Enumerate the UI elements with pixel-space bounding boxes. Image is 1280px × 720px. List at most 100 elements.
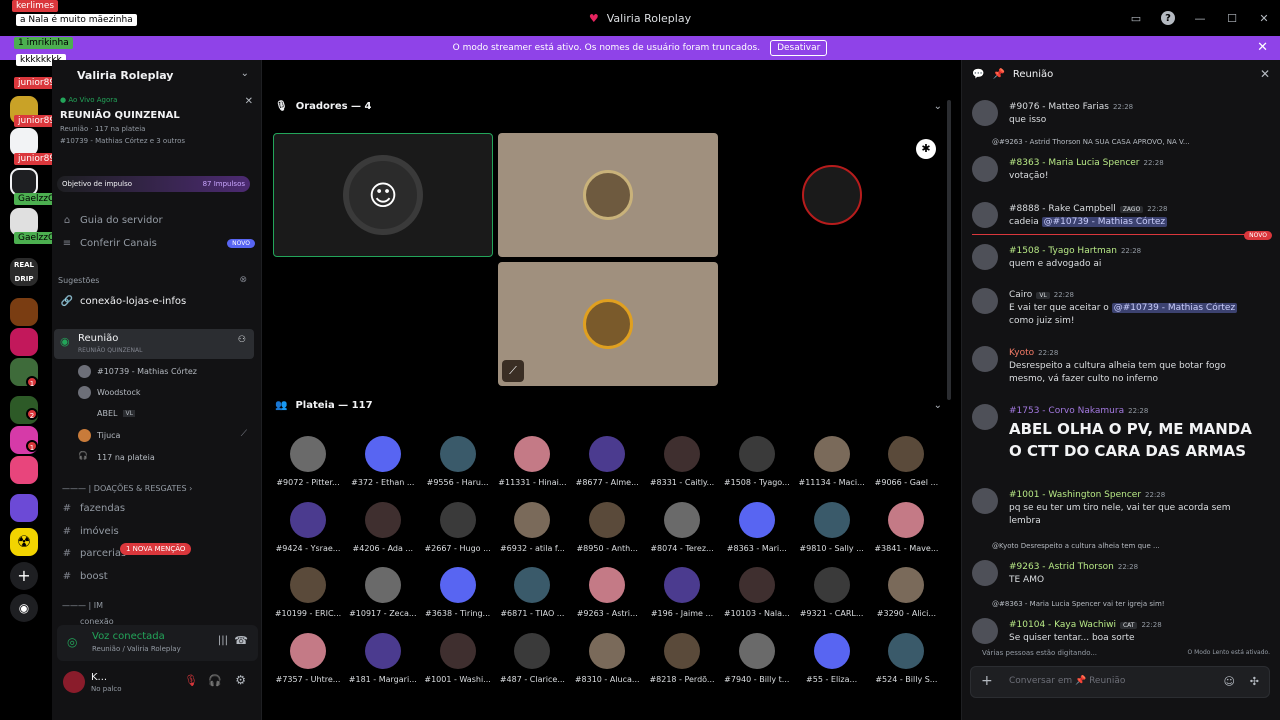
author-name[interactable]: #1753 - Corvo Nakamura (1009, 406, 1124, 416)
reply-preview[interactable]: @#8363 - Maria Lucia Spencer vai ter igr… (992, 600, 1254, 608)
audience-member[interactable]: #6932 - atila f... (495, 497, 569, 563)
stage-member[interactable]: #10739 - Mathias Córtez (78, 362, 197, 380)
audience-member[interactable]: #6871 - TIAO ... (495, 562, 569, 628)
author-name[interactable]: Cairo (1009, 290, 1032, 300)
user-mention[interactable]: @#10739 - Mathias Córtez (1041, 217, 1168, 227)
chat-message[interactable]: #10104 - Kaya Wachiwi CAT 22:28 Se quiser t… (972, 616, 1262, 652)
mic-muted-icon[interactable]: 🎙 (184, 674, 198, 687)
audience-member[interactable]: #3638 - Tiring... (421, 562, 495, 628)
server-name[interactable]: Valiria Roleplay (77, 69, 173, 82)
badge-icon[interactable]: ✱ (916, 139, 936, 159)
chat-message[interactable]: #1001 - Washington Spencer 22:28 pq se eu … (972, 486, 1262, 526)
stage-member[interactable]: Tijuca (78, 426, 120, 444)
apps-icon[interactable]: ✣ (1250, 675, 1259, 688)
audience-member[interactable]: #4206 - Ada ... (346, 497, 420, 563)
headphones-icon[interactable]: 🎧 (208, 674, 222, 687)
audience-member[interactable]: #8218 - Perdõ... (645, 628, 719, 694)
audience-member[interactable]: #55 - Eliza... (795, 628, 869, 694)
chat-message[interactable]: Kyoto 22:28 Desrespeito a cultura alheia t… (972, 344, 1262, 384)
voice-location[interactable]: Reunião / Valiria Roleplay (92, 645, 181, 653)
avatar[interactable] (63, 671, 85, 693)
author-name[interactable]: #1001 - Washington Spencer (1009, 490, 1141, 500)
close-suggestions-icon[interactable]: ⊗ (239, 275, 247, 285)
chat-message[interactable]: Cairo VL 22:28 E vai ter que aceitar o @#10… (972, 286, 1262, 326)
audience-member[interactable]: #9066 - Gael ... (869, 431, 943, 497)
chat-message[interactable]: #9076 - Matteo Farias 22:28 que isso (972, 98, 1262, 128)
audience-member[interactable]: #11134 - Maci... (795, 431, 869, 497)
audience-member[interactable]: #9321 - CARL... (795, 562, 869, 628)
category-doacoes[interactable]: ——— | DOAÇÕES & RESGATES › (62, 484, 192, 493)
chat-message[interactable]: #9263 - Astrid Thorson 22:28 TE AMO (972, 558, 1262, 594)
audience-member[interactable]: #11331 - Hinai... (495, 431, 569, 497)
channel-fazendas[interactable]: # fazendas (60, 498, 255, 518)
avatar[interactable] (972, 100, 998, 126)
audience-count[interactable]: 🎧 117 na plateia (78, 448, 155, 466)
audience-member[interactable]: #3290 - Alici... (869, 562, 943, 628)
audience-member[interactable]: #524 - Billy S... (869, 628, 943, 694)
audience-member[interactable]: #1508 - Tyago... (720, 431, 794, 497)
add-server-icon[interactable]: + (10, 562, 38, 590)
avatar[interactable] (972, 488, 998, 514)
speaker-tile[interactable]: ⟋ (498, 262, 718, 386)
avatar[interactable] (972, 346, 998, 372)
audience-member[interactable]: #8074 - Terez... (645, 497, 719, 563)
author-name[interactable]: #8888 - Rake Campbell (1009, 204, 1116, 214)
audience-member[interactable]: #8950 - Anth... (570, 497, 644, 563)
maximize-button[interactable]: ☐ (1216, 12, 1248, 25)
chevron-down-icon[interactable]: ⌄ (934, 101, 942, 112)
reply-preview[interactable]: @#9263 - Astrid Thorson NA SUA CASA APRO… (992, 138, 1254, 146)
live-event-card[interactable]: ● Ao Vivo Agora ✕ REUNIÃO QUINZENAL Reun… (60, 96, 255, 164)
author-name[interactable]: #9263 - Astrid Thorson (1009, 562, 1114, 572)
avatar[interactable] (972, 156, 998, 182)
close-banner-icon[interactable]: ✕ (1257, 40, 1268, 55)
audience-member[interactable]: #1001 - Washi... (421, 628, 495, 694)
audience-member[interactable]: #9556 - Haru... (421, 431, 495, 497)
audience-member[interactable]: #10199 - ERIC... (271, 562, 345, 628)
audience-member[interactable]: #8363 - Mari... (720, 497, 794, 563)
audience-member[interactable]: #7940 - Billy t... (720, 628, 794, 694)
server-icon[interactable] (10, 168, 38, 196)
server-icon[interactable] (10, 298, 38, 326)
inbox-icon[interactable]: ▭ (1120, 12, 1152, 25)
soundboard-icon[interactable]: ||| (218, 635, 228, 646)
new-mention-badge[interactable]: 1 NOVA MENÇÃO (120, 543, 192, 555)
audience-member[interactable]: #9424 - Ysrae... (271, 497, 345, 563)
help-icon[interactable]: ? (1152, 11, 1184, 26)
channel-boost[interactable]: # boost (60, 566, 255, 586)
chat-message[interactable]: #1753 - Corvo Nakamura 22:28 ABEL OLHA O P… (972, 402, 1262, 462)
audience-member[interactable]: #487 - Clarice... (495, 628, 569, 694)
server-guide-item[interactable]: ⌂ Guia do servidor (60, 210, 255, 230)
avatar[interactable] (972, 288, 998, 314)
audience-member[interactable]: #8310 - Aluca... (570, 628, 644, 694)
server-icon[interactable] (10, 128, 38, 156)
server-icon[interactable] (10, 456, 38, 484)
disconnect-icon[interactable]: ☎ (234, 634, 248, 647)
boost-goal[interactable]: Objetivo de impulso 87 Impulsos (57, 176, 250, 192)
author-name[interactable]: #8363 - Maria Lucia Spencer (1009, 158, 1140, 168)
audience-member[interactable]: #7357 - Uhtre... (271, 628, 345, 694)
server-icon[interactable] (10, 494, 38, 522)
stage-scrollbar[interactable] (947, 100, 951, 400)
audience-member[interactable]: #9263 - Astri... (570, 562, 644, 628)
speaker-tile[interactable] (498, 133, 718, 257)
audience-member[interactable]: #3841 - Mave... (869, 497, 943, 563)
stage-member[interactable]: Woodstock (78, 383, 141, 401)
browse-channels-item[interactable]: ≡ Conferir Canais NOVO (60, 233, 255, 253)
disable-streamer-button[interactable]: Desativar (770, 40, 828, 56)
channel-imoveis[interactable]: # imóveis (60, 521, 255, 541)
add-member-icon[interactable]: ⚇ (238, 335, 246, 345)
audience-member[interactable]: #196 - Jaime ... (645, 562, 719, 628)
discover-icon[interactable]: ◉ (10, 594, 38, 622)
audience-member[interactable]: #372 - Ethan ... (346, 431, 420, 497)
channel-partial[interactable]: conexão (60, 617, 255, 625)
close-window-button[interactable]: ✕ (1248, 12, 1280, 25)
audience-member[interactable]: #8331 - Caitly... (645, 431, 719, 497)
minimize-button[interactable]: — (1184, 12, 1216, 25)
close-icon[interactable]: ✕ (245, 96, 253, 107)
avatar[interactable] (972, 244, 998, 270)
speaker-tile[interactable]: ☺ (273, 133, 493, 257)
avatar[interactable] (972, 618, 998, 644)
reply-preview[interactable]: @Kyoto Desrespeito a cultura alheia tem … (992, 542, 1254, 550)
author-name[interactable]: #9076 - Matteo Farias (1009, 102, 1109, 112)
audience-member[interactable]: #8677 - Alme... (570, 431, 644, 497)
